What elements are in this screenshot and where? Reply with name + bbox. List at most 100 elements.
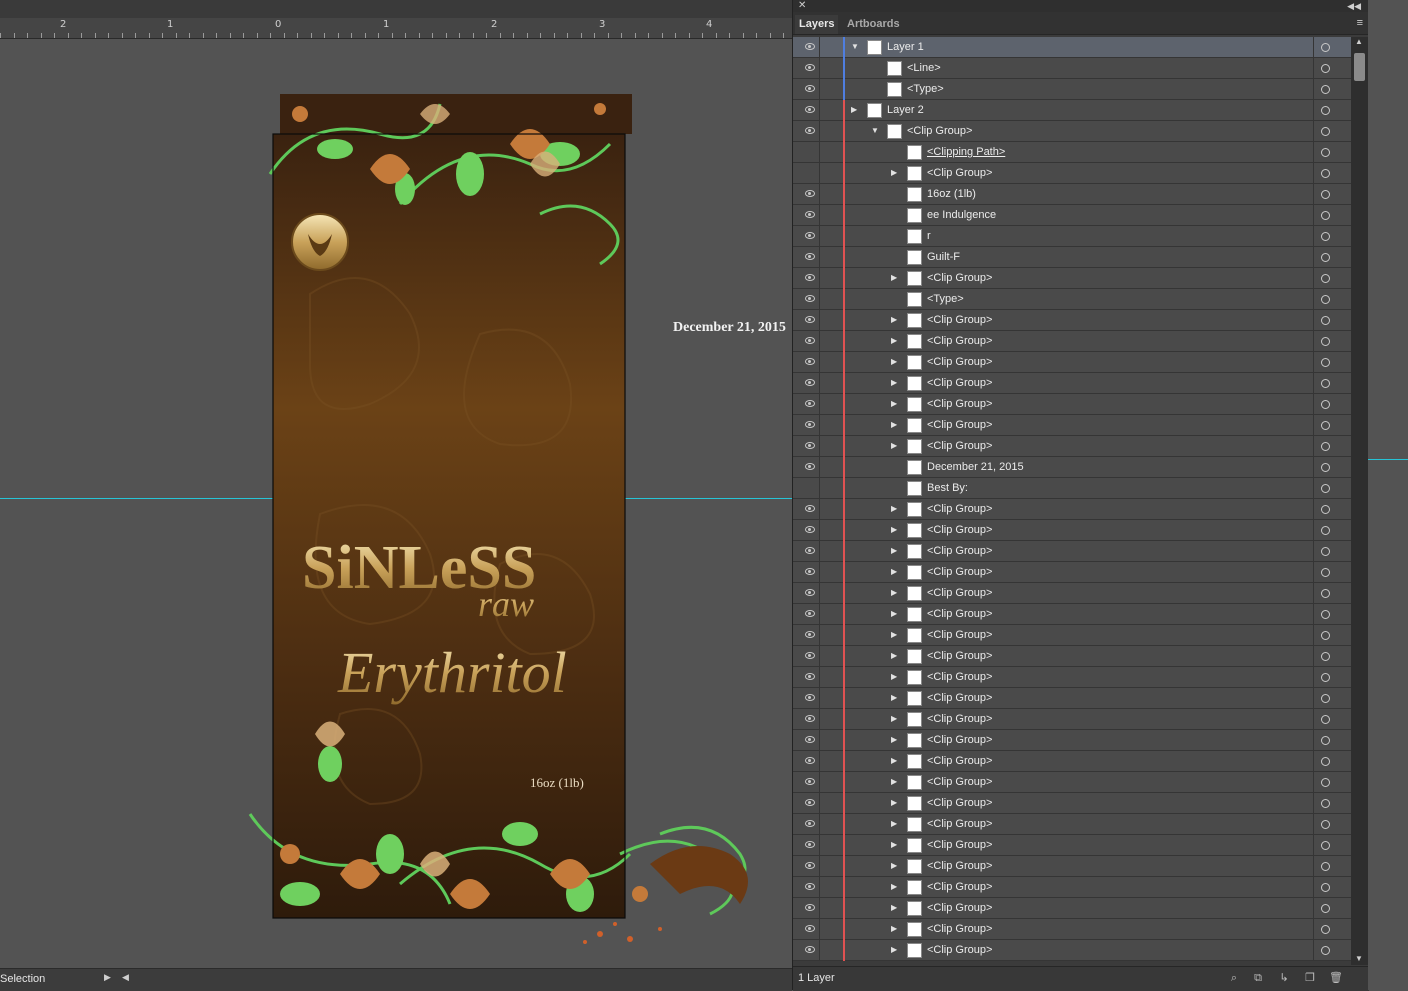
lock-column[interactable] <box>819 520 820 541</box>
expand-triangle-right-icon[interactable]: ▶ <box>891 420 897 429</box>
layer-name[interactable]: <Clip Group> <box>927 713 992 725</box>
target-circle-icon[interactable] <box>1321 652 1330 661</box>
layer-row[interactable]: <Type> <box>793 79 1351 100</box>
layer-row[interactable]: ▶ <Clip Group> <box>793 604 1351 625</box>
expand-triangle-right-icon[interactable]: ▶ <box>891 546 897 555</box>
target-circle-icon[interactable] <box>1321 337 1330 346</box>
layer-row[interactable]: ▶ <Clip Group> <box>793 499 1351 520</box>
lock-column[interactable] <box>819 688 820 709</box>
visibility-eye-icon[interactable] <box>805 64 815 71</box>
layer-row[interactable]: ▶ <Clip Group> <box>793 541 1351 562</box>
visibility-eye-icon[interactable] <box>805 904 815 911</box>
visibility-eye-icon[interactable] <box>805 694 815 701</box>
target-circle-icon[interactable] <box>1321 757 1330 766</box>
visibility-eye-icon[interactable] <box>805 631 815 638</box>
layer-row[interactable]: ▶ <Clip Group> <box>793 751 1351 772</box>
target-circle-icon[interactable] <box>1321 736 1330 745</box>
layer-row[interactable]: ▶ <Clip Group> <box>793 856 1351 877</box>
layer-name[interactable]: <Clip Group> <box>927 944 992 956</box>
lock-column[interactable] <box>819 793 820 814</box>
expand-triangle-right-icon[interactable]: ▶ <box>891 588 897 597</box>
expand-triangle-right-icon[interactable]: ▶ <box>891 525 897 534</box>
target-circle-icon[interactable] <box>1321 127 1330 136</box>
date-text-object[interactable]: December 21, 2015 <box>673 320 786 336</box>
expand-triangle-right-icon[interactable]: ▶ <box>891 672 897 681</box>
layer-row[interactable]: <Line> <box>793 58 1351 79</box>
layer-name[interactable]: ee Indulgence <box>927 209 996 221</box>
lock-column[interactable] <box>819 184 820 205</box>
expand-triangle-right-icon[interactable]: ▶ <box>891 819 897 828</box>
weight-text-object[interactable]: 16oz (1lb) <box>530 775 584 791</box>
target-circle-icon[interactable] <box>1321 211 1330 220</box>
lock-column[interactable] <box>819 163 820 184</box>
status-prev-arrow-icon[interactable]: ◀ <box>122 972 129 983</box>
visibility-eye-icon[interactable] <box>805 232 815 239</box>
target-circle-icon[interactable] <box>1321 43 1330 52</box>
lock-column[interactable] <box>819 352 820 373</box>
layer-row[interactable]: ▶ <Clip Group> <box>793 562 1351 583</box>
layers-scrollbar[interactable]: ▲ ▼ <box>1351 37 1369 965</box>
layer-row[interactable]: 16oz (1lb) <box>793 184 1351 205</box>
visibility-eye-icon[interactable] <box>805 421 815 428</box>
lock-column[interactable] <box>819 415 820 436</box>
locate-object-icon[interactable]: ⌕ <box>1227 971 1241 985</box>
layer-row[interactable]: ▶ <Clip Group> <box>793 730 1351 751</box>
visibility-eye-icon[interactable] <box>805 610 815 617</box>
target-circle-icon[interactable] <box>1321 169 1330 178</box>
expand-triangle-right-icon[interactable]: ▶ <box>891 861 897 870</box>
expand-triangle-right-icon[interactable]: ▶ <box>891 336 897 345</box>
layer-name[interactable]: <Clip Group> <box>927 902 992 914</box>
target-circle-icon[interactable] <box>1321 421 1330 430</box>
layer-name[interactable]: <Clip Group> <box>927 314 992 326</box>
expand-triangle-right-icon[interactable]: ▶ <box>891 651 897 660</box>
layer-name[interactable]: <Clip Group> <box>927 755 992 767</box>
panel-menu-icon[interactable]: ≡ <box>1357 17 1363 29</box>
visibility-eye-icon[interactable] <box>805 127 815 134</box>
visibility-eye-icon[interactable] <box>805 505 815 512</box>
lock-column[interactable] <box>819 226 820 247</box>
current-tool-label[interactable]: Selection <box>0 973 100 985</box>
layer-name[interactable]: December 21, 2015 <box>927 461 1024 473</box>
layers-list[interactable]: ▼ Layer 1 <Line> <Type> ▶ Layer 2 ▼ <Clip Group… <box>793 37 1351 965</box>
target-circle-icon[interactable] <box>1321 442 1330 451</box>
lock-column[interactable] <box>819 772 820 793</box>
layer-name[interactable]: r <box>927 230 931 242</box>
expand-triangle-down-icon[interactable]: ▼ <box>871 126 879 135</box>
layer-name[interactable]: <Clip Group> <box>927 440 992 452</box>
visibility-eye-icon[interactable] <box>805 526 815 533</box>
layer-row[interactable]: ▶ <Clip Group> <box>793 877 1351 898</box>
visibility-eye-icon[interactable] <box>805 316 815 323</box>
lock-column[interactable] <box>819 289 820 310</box>
layer-row[interactable]: ▶ <Clip Group> <box>793 772 1351 793</box>
expand-triangle-right-icon[interactable]: ▶ <box>891 273 897 282</box>
target-circle-icon[interactable] <box>1321 904 1330 913</box>
expand-triangle-right-icon[interactable]: ▶ <box>891 378 897 387</box>
visibility-eye-icon[interactable] <box>805 190 815 197</box>
tab-layers[interactable]: Layers <box>795 15 839 34</box>
lock-column[interactable] <box>819 604 820 625</box>
expand-triangle-right-icon[interactable]: ▶ <box>891 504 897 513</box>
layer-name[interactable]: <Line> <box>907 62 941 74</box>
lock-column[interactable] <box>819 751 820 772</box>
layer-name[interactable]: <Clip Group> <box>927 818 992 830</box>
target-circle-icon[interactable] <box>1321 778 1330 787</box>
layer-name[interactable]: <Clip Group> <box>927 671 992 683</box>
layer-name[interactable]: <Clip Group> <box>907 125 972 137</box>
lock-column[interactable] <box>819 541 820 562</box>
layer-name[interactable]: <Clip Group> <box>927 860 992 872</box>
visibility-eye-icon[interactable] <box>805 337 815 344</box>
target-circle-icon[interactable] <box>1321 673 1330 682</box>
target-circle-icon[interactable] <box>1321 631 1330 640</box>
lock-column[interactable] <box>819 646 820 667</box>
layer-name[interactable]: <Type> <box>927 293 964 305</box>
lock-column[interactable] <box>819 142 820 163</box>
layer-row[interactable]: Best By: <box>793 478 1351 499</box>
layer-name[interactable]: <Clip Group> <box>927 923 992 935</box>
layer-name[interactable]: Guilt-F <box>927 251 960 263</box>
expand-triangle-right-icon[interactable]: ▶ <box>891 168 897 177</box>
layer-row[interactable]: ▶ <Clip Group> <box>793 793 1351 814</box>
layer-name[interactable]: 16oz (1lb) <box>927 188 976 200</box>
target-circle-icon[interactable] <box>1321 484 1330 493</box>
tab-artboards[interactable]: Artboards <box>843 15 904 34</box>
layer-row[interactable]: <Clipping Path> <box>793 142 1351 163</box>
